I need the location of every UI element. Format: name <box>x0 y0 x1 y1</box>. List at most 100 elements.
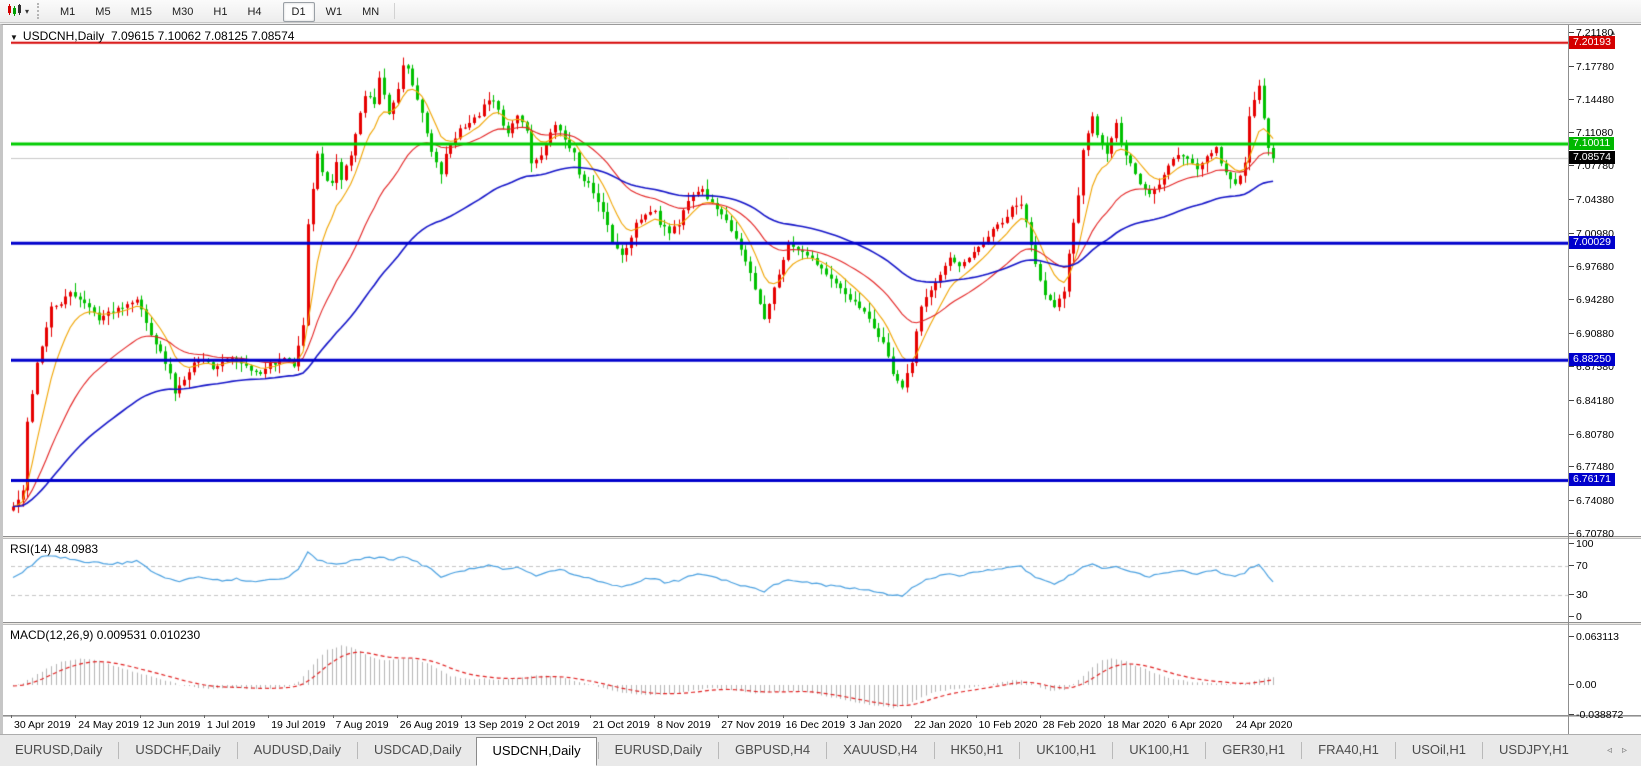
time-axis-label: 10 Feb 2020 <box>979 719 1038 731</box>
tab-scroll-left-icon[interactable]: ◃ <box>1607 745 1612 756</box>
timeframe-button-h4[interactable]: H4 <box>238 2 270 22</box>
price-level-badge: 6.88250 <box>1569 353 1615 366</box>
price-level-badge: 7.10011 <box>1569 137 1614 150</box>
pane-separator[interactable] <box>3 536 1641 539</box>
chart-tab-eurusd-daily[interactable]: EURUSD,Daily <box>0 735 117 766</box>
time-axis-tick <box>976 715 977 718</box>
timeframe-button-h1[interactable]: H1 <box>204 2 236 22</box>
tab-separator <box>826 742 827 759</box>
tab-scroll-buttons: ◃ ▹ <box>1607 735 1641 766</box>
chart-tab-ger30-h1[interactable]: GER30,H1 <box>1207 735 1300 766</box>
tab-separator <box>237 742 238 759</box>
chart-tab-gbpusd-h4[interactable]: GBPUSD,H4 <box>720 735 825 766</box>
tab-separator <box>1482 742 1483 759</box>
time-axis-tick <box>11 715 12 718</box>
tab-separator <box>1301 742 1302 759</box>
toolbar-grip[interactable] <box>37 3 42 19</box>
timeframe-toolbar: ▾ M1M5M15M30H1H4 D1W1MN <box>0 0 1641 23</box>
macd-axis-tick: 0.00 <box>1576 679 1596 691</box>
timeframe-button-m5[interactable]: M5 <box>86 2 119 22</box>
chart-tab-usoil-h1[interactable]: USOil,H1 <box>1397 735 1481 766</box>
time-axis-tick <box>1040 715 1041 718</box>
price-axis-tick: 6.97680 <box>1576 261 1614 273</box>
price-axis-tick: 6.77480 <box>1576 461 1614 473</box>
chart-tab-eurusd-daily[interactable]: EURUSD,Daily <box>600 735 717 766</box>
time-axis-label: 27 Nov 2019 <box>721 719 781 731</box>
chart-tab-fra40-h1[interactable]: FRA40,H1 <box>1303 735 1394 766</box>
rsi-axis-tick: 0 <box>1576 611 1582 623</box>
price-level-badge: 6.76171 <box>1569 473 1615 486</box>
time-axis-tick <box>75 715 76 718</box>
trading-terminal: ▾ M1M5M15M30H1H4 D1W1MN ▼ USDCNH,Daily 7.0… <box>0 0 1641 766</box>
macd-indicator-label: MACD(12,26,9) 0.009531 0.010230 <box>10 628 200 642</box>
chart-tab-usdcad-daily[interactable]: USDCAD,Daily <box>359 735 476 766</box>
chart-mode-icon[interactable] <box>4 3 24 19</box>
time-axis-tick <box>783 715 784 718</box>
pane-separator[interactable] <box>3 622 1641 625</box>
tab-separator <box>598 742 599 759</box>
tab-separator <box>718 742 719 759</box>
time-axis-label: 16 Dec 2019 <box>786 719 846 731</box>
time-axis-tick <box>847 715 848 718</box>
time-axis-label: 19 Jul 2019 <box>271 719 325 731</box>
rsi-axis-tick: 30 <box>1576 589 1588 601</box>
time-axis-label: 6 Apr 2020 <box>1171 719 1222 731</box>
time-axis-label: 21 Oct 2019 <box>593 719 650 731</box>
tab-separator <box>1112 742 1113 759</box>
time-axis-tick <box>1168 715 1169 718</box>
chart-tab-usdcnh-daily[interactable]: USDCNH,Daily <box>476 737 596 766</box>
chart-tab-usdchf-daily[interactable]: USDCHF,Daily <box>120 735 235 766</box>
rsi-axis-tick: 100 <box>1576 538 1594 550</box>
rsi-axis-tick: 70 <box>1576 560 1588 572</box>
time-axis-label: 22 Jan 2020 <box>914 719 972 731</box>
time-axis-label: 7 Aug 2019 <box>336 719 389 731</box>
time-axis-label: 12 Jun 2019 <box>143 719 201 731</box>
toolbar-separator <box>394 3 395 19</box>
symbol-timeframe-label: USDCNH,Daily <box>23 29 104 43</box>
chart-tab-audusd-daily[interactable]: AUDUSD,Daily <box>239 735 356 766</box>
tab-separator <box>934 742 935 759</box>
time-axis-label: 24 Apr 2020 <box>1236 719 1293 731</box>
time-axis-label: 2 Oct 2019 <box>528 719 579 731</box>
symbol-dropdown-icon[interactable]: ▼ <box>10 33 18 42</box>
time-axis-tick <box>525 715 526 718</box>
time-axis-tick <box>333 715 334 718</box>
timeframe-buttons: M1M5M15M30H1H4 D1W1MN <box>50 2 389 20</box>
price-level-badge: 7.00029 <box>1569 236 1615 249</box>
chart-mode-dropdown-icon[interactable]: ▾ <box>25 7 29 16</box>
time-axis-label: 13 Sep 2019 <box>464 719 524 731</box>
timeframe-button-d1[interactable]: D1 <box>283 2 315 22</box>
timeframe-button-m30[interactable]: M30 <box>163 2 202 22</box>
timeframe-button-mn[interactable]: MN <box>353 2 388 22</box>
price-axis-tick: 6.94280 <box>1576 294 1614 306</box>
rsi-panel-canvas[interactable] <box>11 539 1568 622</box>
time-axis-tick <box>140 715 141 718</box>
timeframe-button-m15[interactable]: M15 <box>122 2 161 22</box>
chart-tab-uk100-h1[interactable]: UK100,H1 <box>1021 735 1111 766</box>
time-axis-label: 28 Feb 2020 <box>1043 719 1102 731</box>
price-axis-tick: 6.84180 <box>1576 395 1614 407</box>
price-axis-tick: 7.04380 <box>1576 194 1614 206</box>
tab-separator <box>357 742 358 759</box>
price-level-badge: 7.08574 <box>1569 151 1615 164</box>
rsi-indicator-label: RSI(14) 48.0983 <box>10 542 98 556</box>
time-axis-label: 18 Mar 2020 <box>1107 719 1166 731</box>
macd-panel-canvas[interactable] <box>11 625 1568 715</box>
price-axis-tick: 6.80780 <box>1576 429 1614 441</box>
chart-tab-xauusd-h4[interactable]: XAUUSD,H4 <box>828 735 932 766</box>
time-axis-label: 1 Jul 2019 <box>207 719 255 731</box>
chart-tab-usdjpy-h1[interactable]: USDJPY,H1 <box>1484 735 1584 766</box>
price-chart-canvas[interactable] <box>11 27 1568 536</box>
chart-tab-hk50-h1[interactable]: HK50,H1 <box>936 735 1019 766</box>
timeframe-button-m1[interactable]: M1 <box>51 2 84 22</box>
chart-tab-uk100-h1[interactable]: UK100,H1 <box>1114 735 1204 766</box>
tab-separator <box>1395 742 1396 759</box>
tab-scroll-right-icon[interactable]: ▹ <box>1622 745 1627 756</box>
time-axis-label: 24 May 2019 <box>78 719 139 731</box>
pane-separator <box>3 715 1641 717</box>
price-axis-tick: 6.74080 <box>1576 495 1614 507</box>
time-axis-label: 26 Aug 2019 <box>400 719 459 731</box>
time-axis-tick <box>1233 715 1234 718</box>
time-axis-tick <box>654 715 655 718</box>
timeframe-button-w1[interactable]: W1 <box>317 2 352 22</box>
